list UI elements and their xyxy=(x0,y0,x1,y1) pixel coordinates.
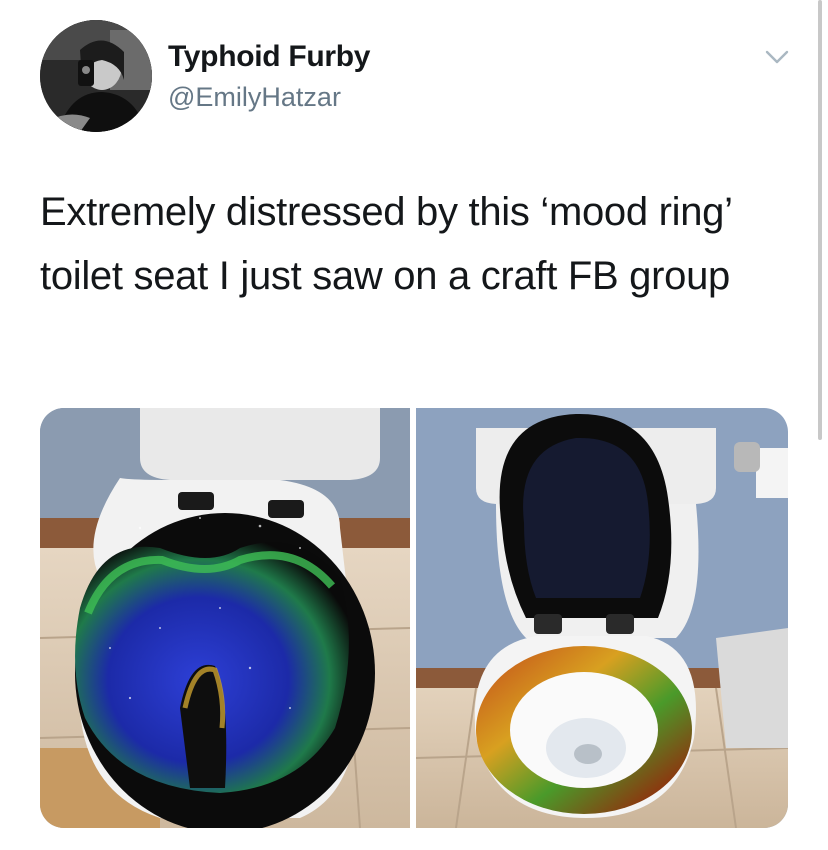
author-handle[interactable]: @EmilyHatzar xyxy=(168,82,341,113)
open-toilet-seat-photo[interactable] xyxy=(416,408,788,828)
scrollbar[interactable] xyxy=(818,0,822,440)
avatar-photo xyxy=(40,20,152,132)
tweet-text: Extremely distressed by this ‘mood ring’… xyxy=(40,190,732,298)
closed-toilet-seat-photo[interactable] xyxy=(40,408,410,828)
author-avatar[interactable] xyxy=(40,20,152,132)
chevron-down-icon[interactable] xyxy=(762,42,792,72)
tweet-media[interactable] xyxy=(40,408,788,828)
author-display-name[interactable]: Typhoid Furby xyxy=(168,40,371,74)
tweet-card: Typhoid Furby @EmilyHatzar Extremely dis… xyxy=(0,0,828,850)
